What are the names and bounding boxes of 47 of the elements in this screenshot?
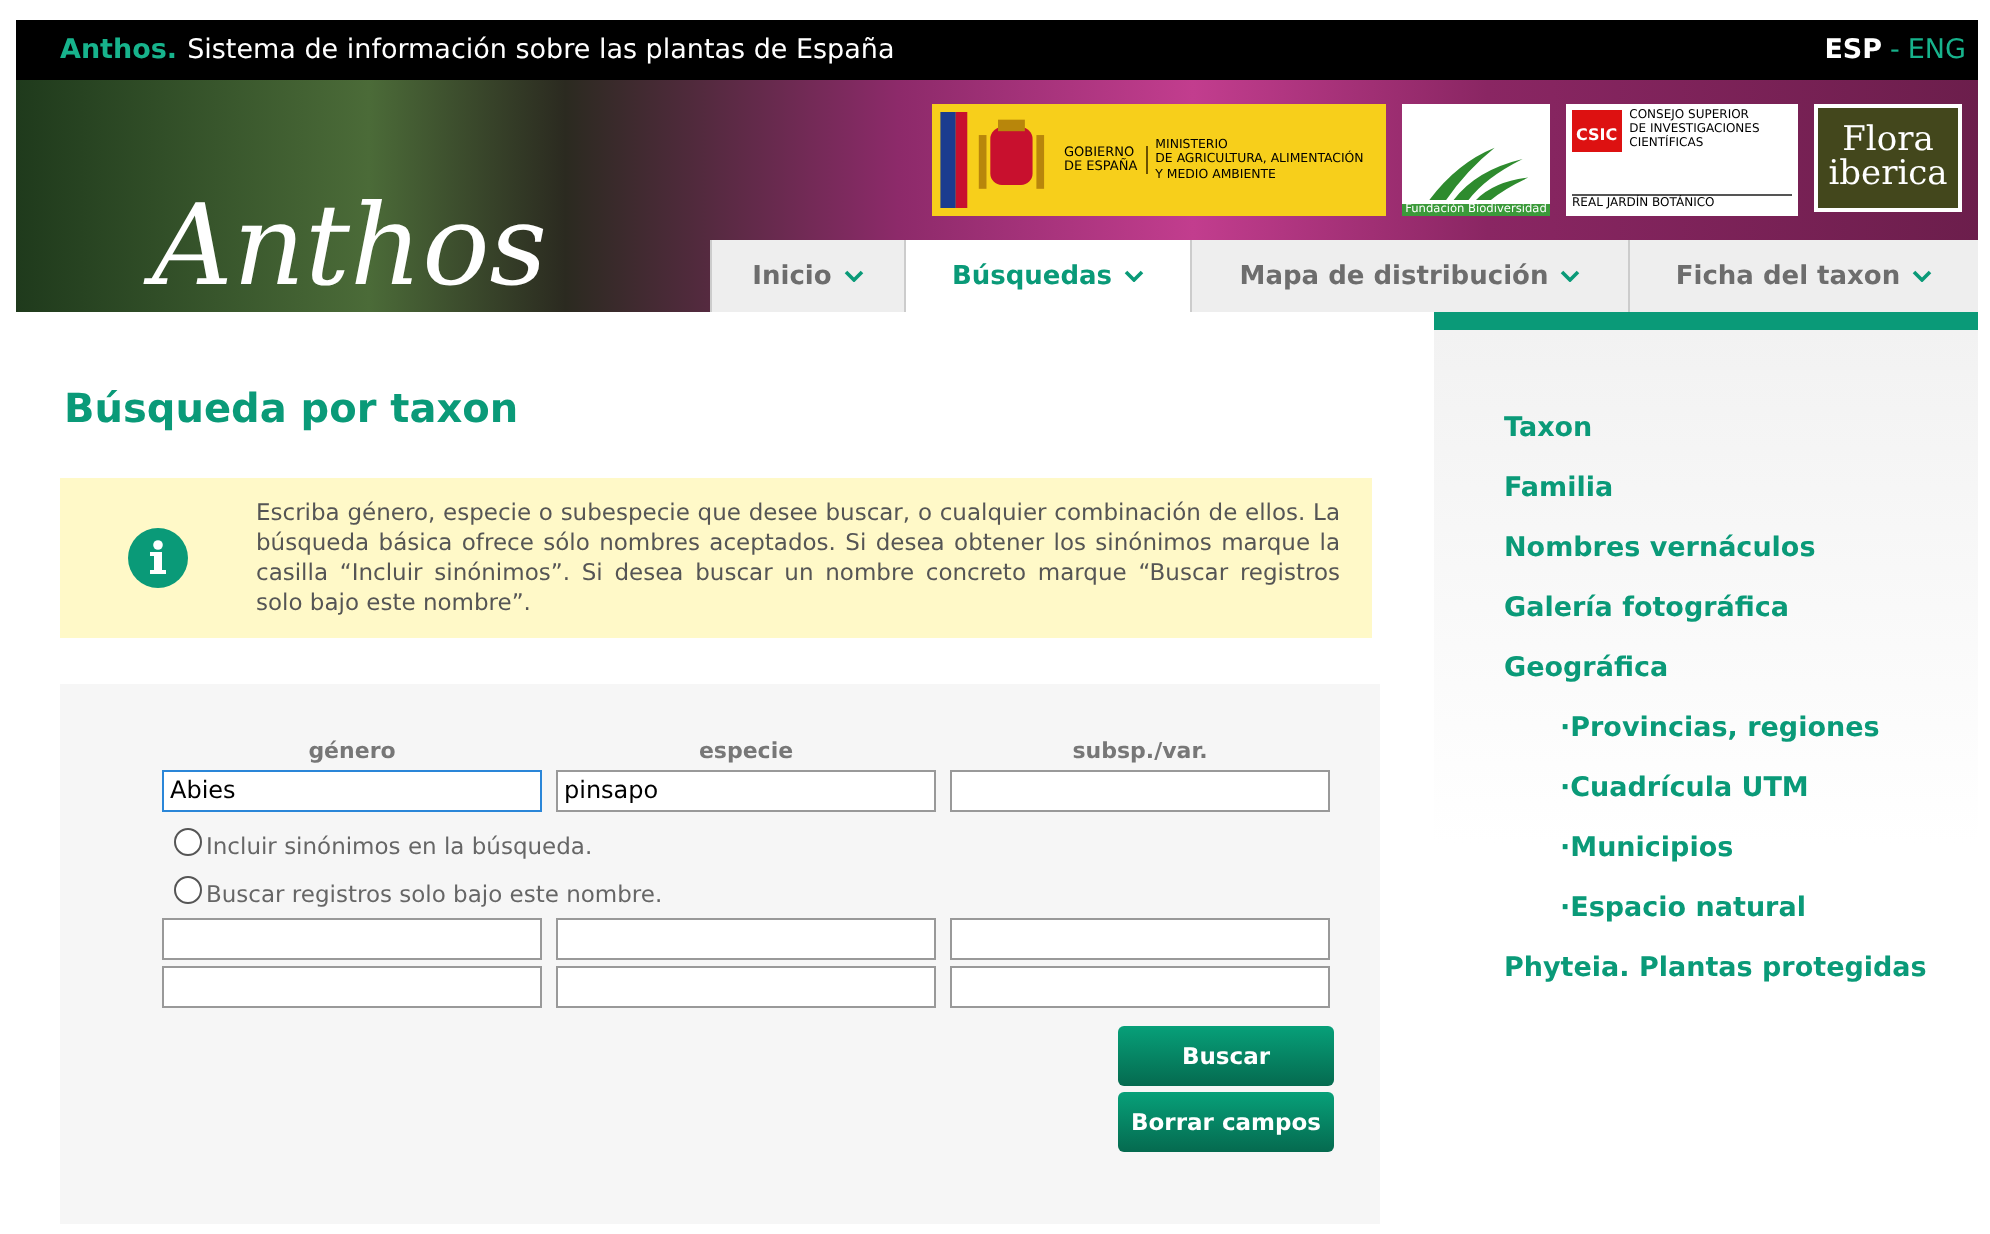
text-field[interactable]: Abies: [162, 769, 542, 812]
sidebar-link[interactable]: Familia: [1504, 458, 1614, 518]
text-field[interactable]: [162, 917, 542, 960]
column-label: subsp./var.: [1070, 737, 1210, 764]
column-label: género: [306, 737, 398, 764]
language-link[interactable]: ENG: [1907, 34, 1966, 66]
sidebar-link[interactable]: ·Provincias, regiones: [1560, 698, 1880, 758]
info-icon: [128, 527, 188, 588]
sidebar-link[interactable]: Taxon: [1504, 398, 1593, 458]
csic-badge: CSIC: [1572, 110, 1622, 152]
radio-label: Buscar registros solo bajo este nombre.: [206, 879, 663, 908]
radio-button[interactable]: [174, 827, 202, 856]
chevron-down-icon: [1124, 270, 1145, 282]
text-field[interactable]: pinsapo: [556, 769, 936, 812]
page-heading: Búsqueda por taxon: [64, 384, 521, 432]
form-button[interactable]: Borrar campos: [1118, 1091, 1334, 1152]
text-field[interactable]: [556, 965, 936, 1008]
sidebar-link[interactable]: Phyteia. Plantas protegidas: [1504, 938, 1927, 998]
sidebar-link[interactable]: ·Municipios: [1560, 818, 1734, 878]
text-field[interactable]: [950, 917, 1330, 960]
nav-tab[interactable]: Ficha del taxon: [1628, 240, 1978, 312]
chevron-down-icon: [1560, 270, 1581, 282]
text-field[interactable]: [556, 917, 936, 960]
sidebar-link[interactable]: ·Espacio natural: [1560, 878, 1806, 938]
radio-button[interactable]: [174, 875, 202, 904]
nav-tab[interactable]: Búsquedas: [904, 240, 1190, 312]
chevron-down-icon: [1912, 270, 1933, 282]
language-separator: -: [1890, 34, 1900, 66]
nav-tab[interactable]: Mapa de distribución: [1190, 240, 1628, 312]
sidebar-link[interactable]: ·Cuadrícula UTM: [1560, 758, 1809, 818]
site-brand[interactable]: Anthos.: [60, 34, 178, 66]
text-field[interactable]: [950, 769, 1330, 812]
column-label: especie: [696, 737, 796, 764]
info-text: Escriba género, especie o subespecie que desee buscar, o cualquier combinación de ellos. La búsqueda básica ofrece sólo nombres aceptados. Si desea obtener los sinónimos marque la casilla “Incluir sinónimos”. Si desea buscar un nombre concreto marque “Buscar registros solo bajo este nombre”.: [256, 498, 1340, 618]
sidebar-link[interactable]: Nombres vernáculos: [1504, 518, 1816, 578]
text-field[interactable]: [950, 965, 1330, 1008]
flora-iberica-logo[interactable]: Flora iberica: [1814, 104, 1962, 212]
site-tagline: Sistema de información sobre las plantas de España: [187, 34, 895, 66]
chevron-down-icon: [843, 270, 864, 282]
language-link[interactable]: ESP: [1824, 34, 1883, 66]
nav-tab[interactable]: Inicio: [710, 240, 904, 312]
radio-label: Incluir sinónimos en la búsqueda.: [206, 831, 593, 860]
script-logo-text: Anthos: [132, 172, 580, 324]
sidebar-link[interactable]: Galería fotográfica: [1504, 578, 1789, 638]
form-button[interactable]: Buscar: [1118, 1025, 1334, 1086]
text-field[interactable]: [162, 965, 542, 1008]
sidebar-link[interactable]: Geográfica: [1504, 638, 1669, 698]
